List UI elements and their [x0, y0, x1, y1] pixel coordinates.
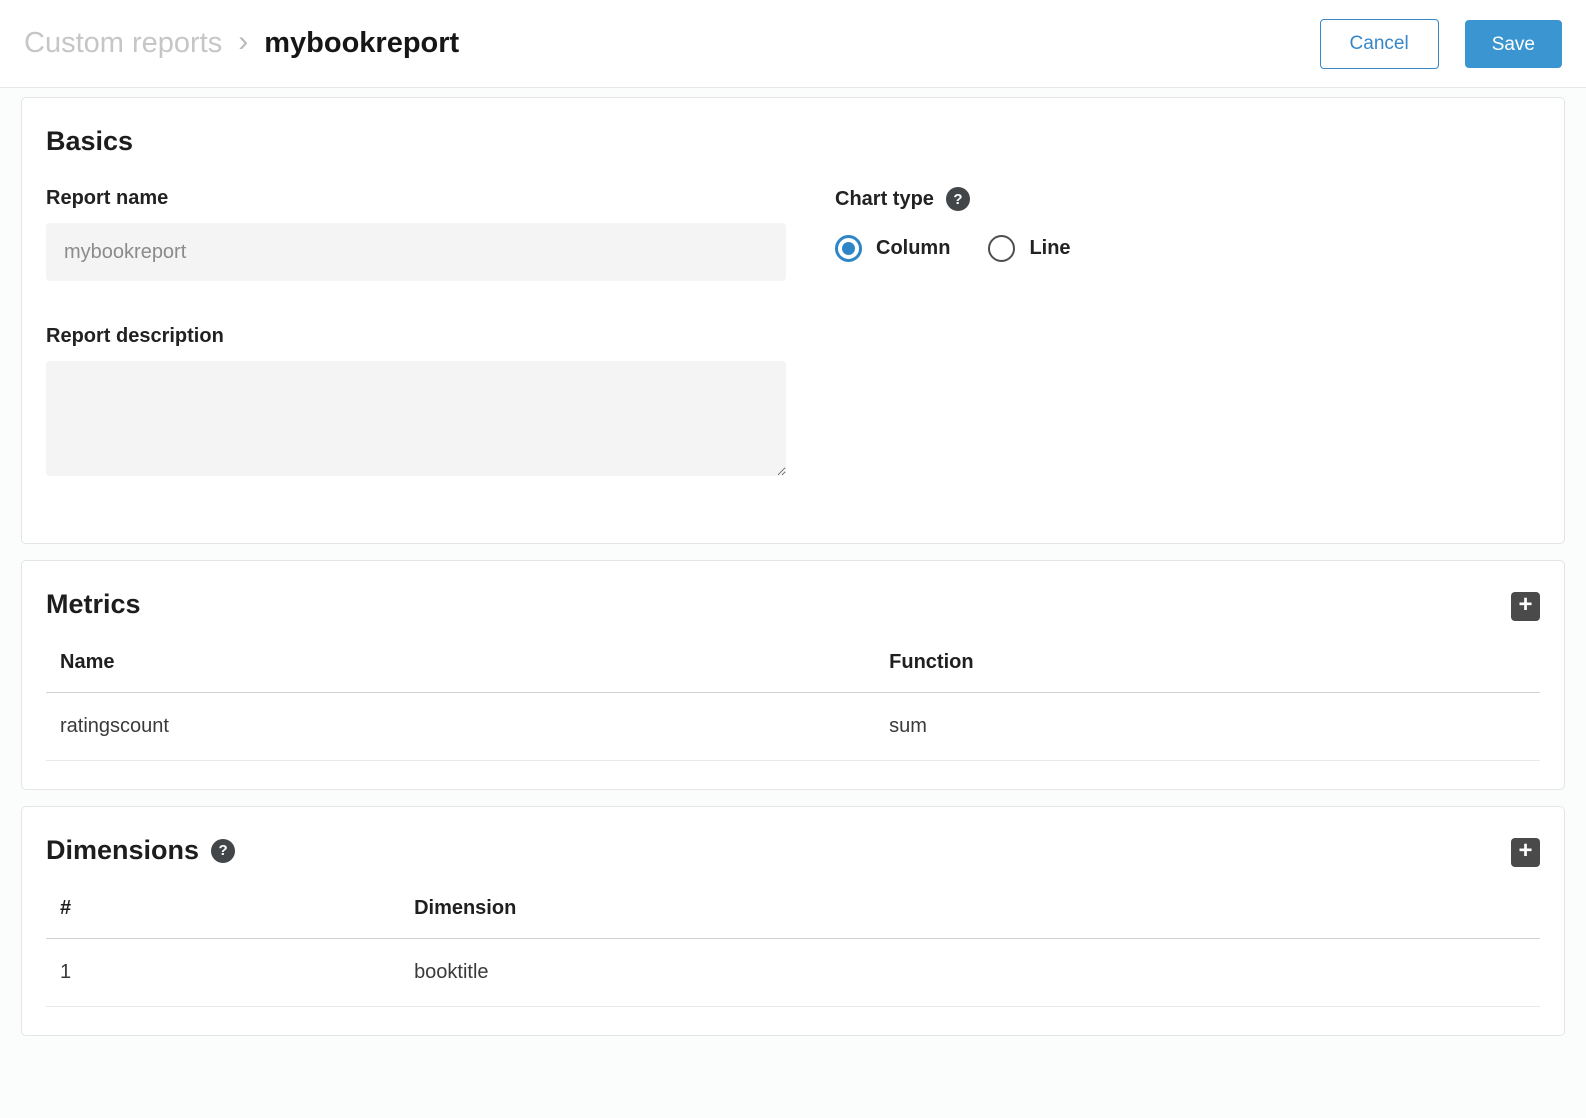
plus-icon: + [1518, 593, 1532, 617]
basics-title: Basics [46, 126, 1540, 157]
metrics-card: Metrics + Name Function ratingscount sum [21, 560, 1565, 790]
metrics-card-header: Metrics + [22, 561, 1564, 639]
basics-left-column: Report name Report description [46, 187, 786, 481]
metric-name-cell: ratingscount [46, 693, 875, 761]
metrics-title: Metrics [46, 589, 141, 620]
report-description-input[interactable] [46, 361, 786, 476]
breadcrumb-current: mybookreport [264, 27, 459, 60]
add-dimension-button[interactable]: + [1511, 838, 1540, 867]
basics-card: Basics Report name Report description Ch… [21, 97, 1565, 544]
dimensions-card-header: Dimensions ? + [22, 807, 1564, 885]
chart-type-line-label: Line [1029, 237, 1070, 260]
dimensions-column-dimension: Dimension [400, 885, 1540, 939]
radio-selected-icon [835, 235, 862, 262]
metric-table-row[interactable]: ratingscount sum [46, 693, 1540, 761]
header: Custom reports › mybookreport Cancel Sav… [0, 0, 1586, 88]
dimension-index-cell: 1 [46, 939, 400, 1007]
metrics-table-header-row: Name Function [46, 639, 1540, 693]
main-content: Basics Report name Report description Ch… [0, 88, 1586, 1076]
metric-function-cell: sum [875, 693, 1540, 761]
plus-icon: + [1518, 839, 1532, 863]
metrics-column-name: Name [46, 639, 875, 693]
chart-type-column-label: Column [876, 237, 950, 260]
metrics-column-function: Function [875, 639, 1540, 693]
dimension-table-row[interactable]: 1 booktitle [46, 939, 1540, 1007]
dimensions-table: # Dimension 1 booktitle [46, 885, 1540, 1007]
help-icon[interactable]: ? [946, 187, 970, 211]
metrics-table: Name Function ratingscount sum [46, 639, 1540, 761]
radio-unselected-icon [988, 235, 1015, 262]
chart-type-header: Chart type ? [835, 187, 1540, 211]
save-button[interactable]: Save [1465, 20, 1562, 68]
header-actions: Cancel Save [1320, 19, 1562, 69]
dimensions-column-index: # [46, 885, 400, 939]
report-name-input[interactable] [46, 223, 786, 281]
dimension-name-cell: booktitle [400, 939, 1540, 1007]
chevron-right-icon: › [238, 27, 248, 57]
report-name-label: Report name [46, 187, 786, 210]
dimensions-title-group: Dimensions ? [46, 835, 235, 866]
chart-type-line-radio[interactable]: Line [988, 235, 1070, 262]
dimensions-table-header-row: # Dimension [46, 885, 1540, 939]
help-icon[interactable]: ? [211, 839, 235, 863]
dimensions-card: Dimensions ? + # Dimension 1 booktitle [21, 806, 1565, 1036]
breadcrumb-parent-link[interactable]: Custom reports [24, 27, 222, 60]
breadcrumb: Custom reports › mybookreport [24, 27, 459, 60]
add-metric-button[interactable]: + [1511, 592, 1540, 621]
basics-right-column: Chart type ? Column Line [835, 187, 1540, 481]
chart-type-radio-group: Column Line [835, 235, 1540, 262]
report-description-label: Report description [46, 325, 786, 348]
chart-type-label: Chart type [835, 188, 934, 211]
cancel-button[interactable]: Cancel [1320, 19, 1439, 69]
dimensions-title: Dimensions [46, 835, 199, 866]
basics-grid: Report name Report description Chart typ… [46, 187, 1540, 481]
chart-type-column-radio[interactable]: Column [835, 235, 950, 262]
